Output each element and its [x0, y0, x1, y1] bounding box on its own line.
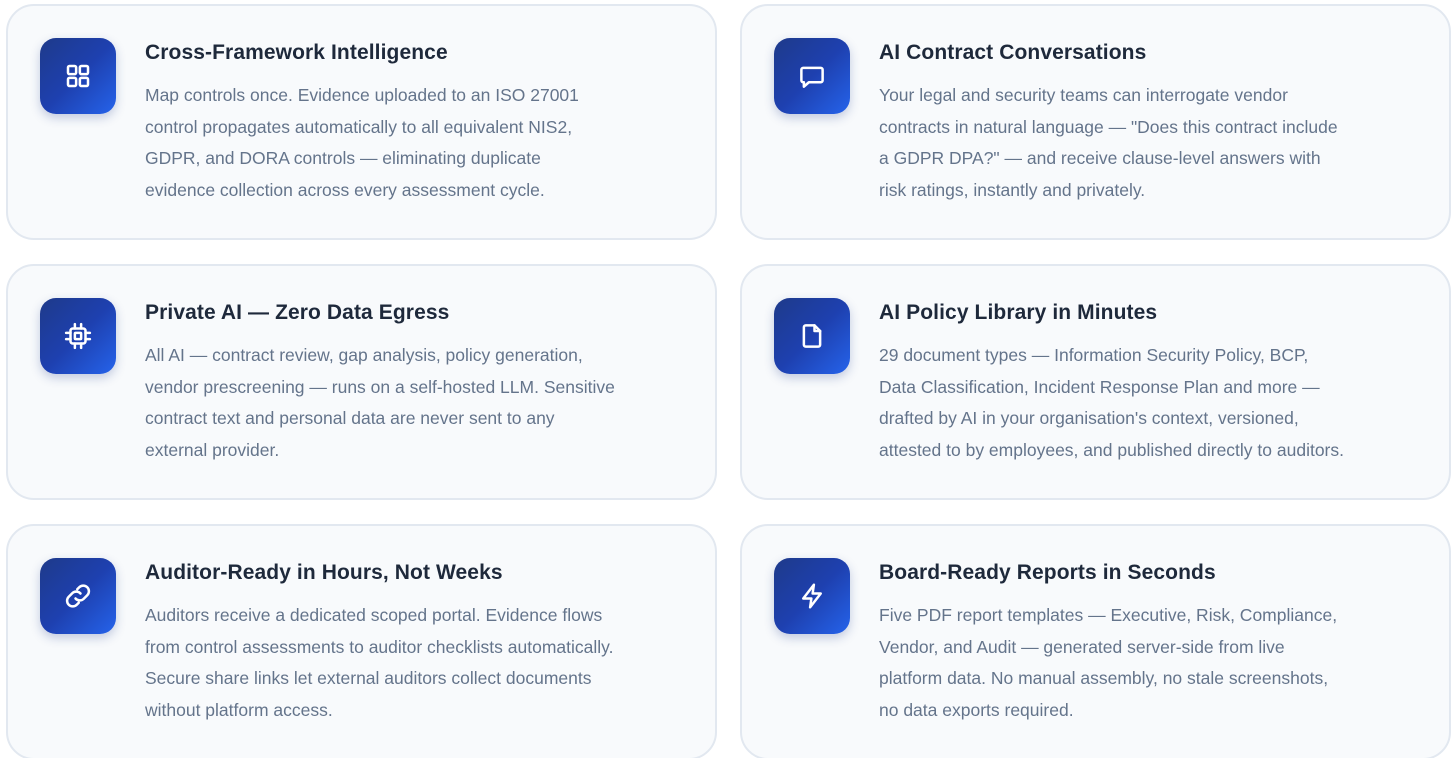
link-icon [65, 584, 91, 608]
feature-card-cross-framework: Cross-Framework Intelligence Map control… [6, 4, 717, 240]
cpu-chip-icon [64, 322, 92, 350]
feature-icon-badge [774, 558, 850, 634]
feature-title: Cross-Framework Intelligence [145, 41, 448, 64]
feature-title: Private AI — Zero Data Egress [145, 301, 450, 324]
feature-icon-badge [774, 38, 850, 114]
feature-description: 29 document types — Information Security… [879, 345, 1344, 460]
grid-icon [66, 64, 90, 88]
feature-icon-badge [40, 298, 116, 374]
feature-title: AI Contract Conversations [879, 41, 1147, 64]
feature-card-ai-contract: AI Contract Conversations Your legal and… [740, 4, 1451, 240]
feature-icon-badge [40, 558, 116, 634]
feature-card-auditor-ready: Auditor-Ready in Hours, Not Weeks Audito… [6, 524, 717, 758]
feature-grid: Cross-Framework Intelligence Map control… [0, 0, 1456, 758]
feature-title: AI Policy Library in Minutes [879, 301, 1158, 324]
feature-description: Five PDF report templates — Executive, R… [879, 605, 1338, 720]
feature-card-private-ai: Private AI — Zero Data Egress All AI — c… [6, 264, 717, 500]
feature-title: Auditor-Ready in Hours, Not Weeks [145, 561, 503, 584]
feature-description: Map controls once. Evidence uploaded to … [145, 85, 579, 200]
feature-description: All AI — contract review, gap analysis, … [145, 345, 615, 460]
feature-description: Your legal and security teams can interr… [879, 85, 1338, 200]
feature-card-board-reports: Board-Ready Reports in Seconds Five PDF … [740, 524, 1451, 758]
feature-icon-badge [40, 38, 116, 114]
feature-card-policy-library: AI Policy Library in Minutes 29 document… [740, 264, 1451, 500]
feature-icon-badge [774, 298, 850, 374]
document-icon [802, 324, 822, 348]
feature-title: Board-Ready Reports in Seconds [879, 561, 1216, 584]
chat-bubble-icon [800, 66, 824, 88]
feature-description: Auditors receive a dedicated scoped port… [145, 605, 614, 720]
lightning-bolt-icon [802, 583, 822, 609]
